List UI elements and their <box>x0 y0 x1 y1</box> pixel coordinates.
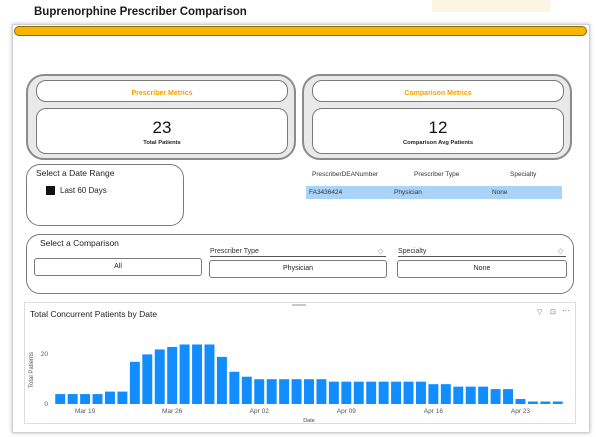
x-tick-label: Apr 23 <box>511 408 531 415</box>
chart-bar[interactable] <box>92 394 103 404</box>
chart-bar[interactable] <box>440 384 451 404</box>
chart-bar[interactable] <box>465 386 476 404</box>
table-cell-specialty: None <box>492 189 508 196</box>
specialty-label: Specialty <box>398 248 427 255</box>
specialty-dropdown[interactable]: None <box>397 260 567 278</box>
chart-bar[interactable] <box>117 391 128 404</box>
total-patients-value: 23 <box>152 118 172 137</box>
specialty-underline <box>398 256 566 257</box>
chart-bar[interactable] <box>353 381 364 404</box>
total-patients-card: 23 Total Patients <box>36 108 288 154</box>
filter-icon[interactable]: ▽ <box>537 308 542 316</box>
chart-bar[interactable] <box>67 394 78 404</box>
table-cell-dea: FA3436424 <box>309 189 343 196</box>
chart-bar[interactable] <box>105 391 115 404</box>
x-axis-label: Date <box>303 418 315 424</box>
chart-bar[interactable] <box>378 381 389 404</box>
chart-bar[interactable] <box>341 381 352 404</box>
chart-bar[interactable] <box>279 379 290 404</box>
y-axis-label: Total Patients <box>29 352 35 388</box>
chart-bar[interactable] <box>403 381 414 404</box>
clear-type-icon[interactable]: ◇ <box>378 247 383 255</box>
chart-bar[interactable] <box>478 386 489 404</box>
focus-mode-icon[interactable]: ⊡ <box>550 308 556 316</box>
chart-bar[interactable] <box>291 379 302 404</box>
comparison-title: Select a Comparison <box>40 238 119 248</box>
chart-bar[interactable] <box>415 381 426 404</box>
comparison-avg-card: 12 Comparison Avg Patients <box>312 108 564 154</box>
x-tick-label: Mar 19 <box>75 408 96 415</box>
total-patients-label: Total Patients <box>143 140 181 146</box>
chart-bar[interactable] <box>304 379 314 404</box>
chart-bar[interactable] <box>216 356 227 404</box>
chart-bar[interactable] <box>55 394 66 404</box>
y-tick-label: 0 <box>44 401 48 408</box>
top-highlight-block <box>432 0 550 12</box>
table-header-type: Prescriber Type <box>414 171 460 178</box>
title-accent-bar <box>14 26 587 36</box>
prescriber-type-dropdown[interactable]: Physician <box>209 260 387 278</box>
date-range-title: Select a Date Range <box>36 168 115 178</box>
chart-bar[interactable] <box>266 379 277 404</box>
chart-bar[interactable] <box>254 379 265 404</box>
table-cell-type: Physician <box>394 189 422 196</box>
chart-bar[interactable] <box>129 361 140 404</box>
x-tick-label: Apr 02 <box>250 408 270 415</box>
table-header-specialty: Specialty <box>510 171 537 178</box>
chart-bar[interactable] <box>540 401 551 404</box>
chart-svg: Total Patients 0 20 Mar 19 Mar 26 Apr 02 Ap… <box>29 344 563 424</box>
chart-bar[interactable] <box>515 399 526 404</box>
chart-bar[interactable] <box>503 389 513 404</box>
chart-bar[interactable] <box>167 346 178 404</box>
chart-bar[interactable] <box>179 344 190 404</box>
chart-bar[interactable] <box>241 376 252 404</box>
comparison-metrics-header: Comparison Metrics <box>312 80 564 102</box>
more-options-icon[interactable]: ⋯ <box>562 306 570 315</box>
comparison-avg-value: 12 <box>428 118 448 137</box>
prescriber-metrics-title: Prescriber Metrics <box>131 90 193 97</box>
x-tick-label: Apr 09 <box>337 408 357 415</box>
chart-bar[interactable] <box>142 354 153 404</box>
chart-bar[interactable] <box>453 386 464 404</box>
date-range-option[interactable]: Last 60 Days <box>60 186 107 195</box>
date-range-checkbox[interactable] <box>46 186 55 195</box>
chart-bar[interactable] <box>229 371 240 404</box>
prescriber-metrics-header: Prescriber Metrics <box>36 80 288 102</box>
chart-bar[interactable] <box>366 381 377 404</box>
chart-bar[interactable] <box>192 344 203 404</box>
y-tick-label: 20 <box>41 351 49 358</box>
prescriber-type-label: Prescriber Type <box>210 248 259 255</box>
page-title: Buprenorphine Prescriber Comparison <box>34 6 247 18</box>
chart-bar[interactable] <box>552 401 563 404</box>
chart-drag-handle[interactable] <box>292 304 306 306</box>
chart-bar[interactable] <box>428 384 439 404</box>
x-tick-label: Mar 26 <box>162 408 183 415</box>
chart-bar[interactable] <box>527 401 538 404</box>
chart-bar[interactable] <box>391 381 402 404</box>
chart-title: Total Concurrent Patients by Date <box>30 309 158 319</box>
all-button[interactable]: All <box>34 258 202 276</box>
chart-bar[interactable] <box>204 344 215 404</box>
comparison-avg-label: Comparison Avg Patients <box>402 140 474 146</box>
table-header-dea: PrescriberDEANumber <box>312 171 379 178</box>
chart-bar[interactable] <box>328 381 339 404</box>
chart-bar[interactable] <box>490 389 501 404</box>
x-tick-label: Apr 16 <box>424 408 444 415</box>
comparison-metrics-title: Comparison Metrics <box>404 90 472 97</box>
chart-bar[interactable] <box>80 394 91 404</box>
clear-specialty-icon[interactable]: ◇ <box>558 247 563 255</box>
table-row[interactable] <box>306 186 562 199</box>
prescriber-type-underline <box>210 256 386 257</box>
chart-bar[interactable] <box>316 379 327 404</box>
chart-bar[interactable] <box>154 349 165 404</box>
